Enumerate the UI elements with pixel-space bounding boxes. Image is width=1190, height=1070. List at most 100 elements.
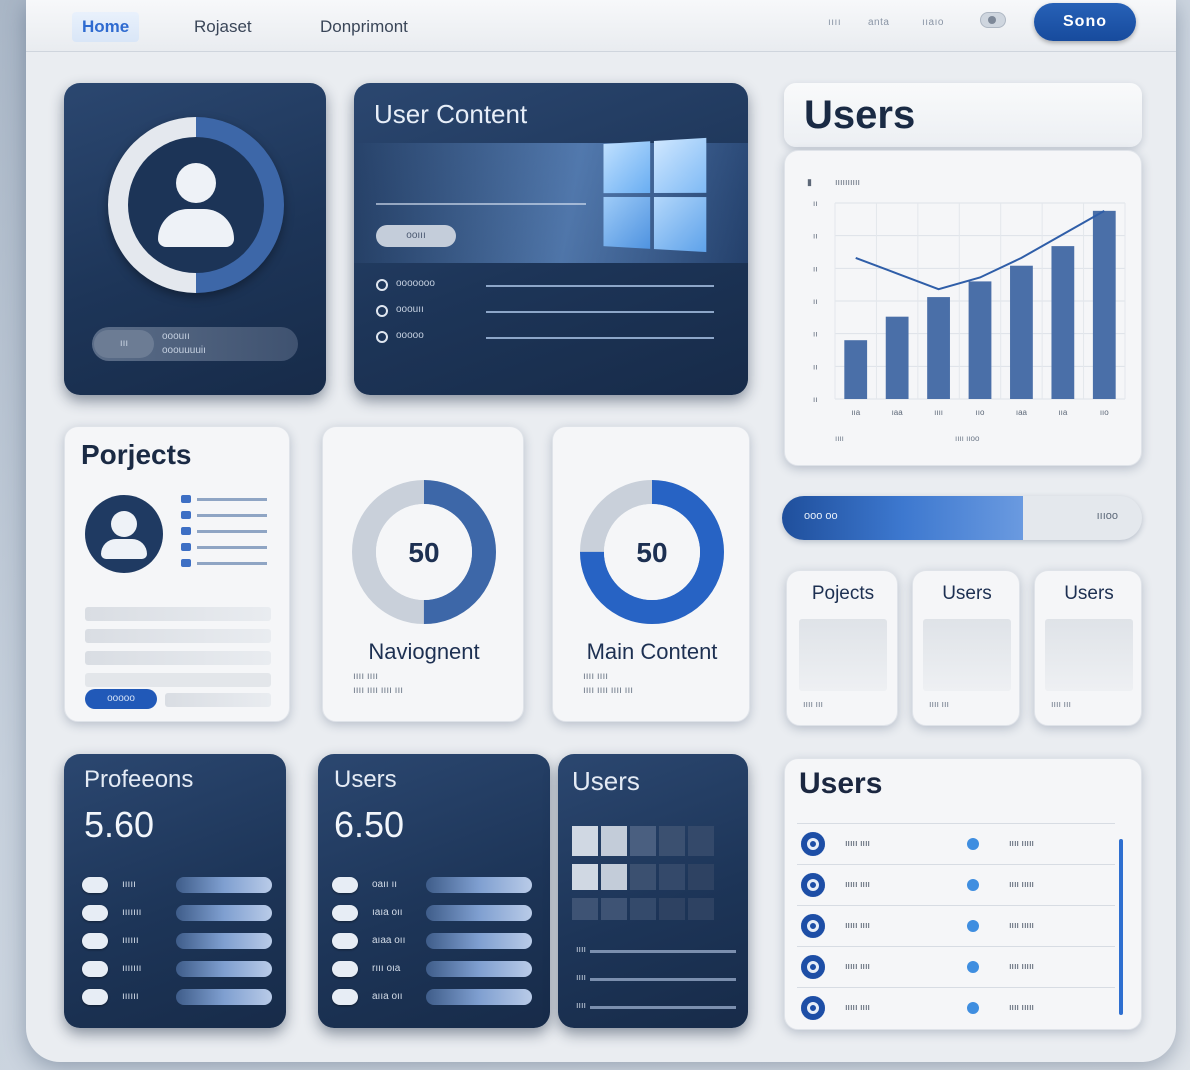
stat-row[interactable]: oaıı ıı — [332, 872, 532, 900]
users-list-row[interactable]: ııııı ıııı ıııı ııııı — [797, 987, 1115, 1028]
nav-home[interactable]: Home — [72, 12, 140, 42]
user-icon — [801, 873, 825, 897]
user-name: ııııı ıııı — [845, 961, 871, 971]
navigation-caption-2: ıııı ıııı ıııı ııı — [353, 685, 404, 696]
nav-documents[interactable]: Donprimont — [314, 12, 414, 42]
stat-row[interactable]: aııa oıı — [332, 984, 532, 1012]
projects-card: Porjects ooooo — [64, 426, 290, 722]
profile-ring — [108, 117, 284, 293]
progress-left-label: ooo oo — [804, 510, 838, 522]
y-tick-label: ıı — [813, 362, 817, 371]
stat-row-label: ıııı — [576, 972, 587, 982]
info-icon — [376, 331, 388, 343]
toggle-icon — [332, 905, 358, 921]
user-content-item-label: ooouıı — [396, 304, 424, 315]
status-dot-icon — [967, 1002, 979, 1014]
users-list-row[interactable]: ııııı ıııı ıııı ııııı — [797, 946, 1115, 987]
user-value: ıııı ııııı — [1009, 838, 1035, 848]
mini-card-users-2[interactable]: Users ıııı ııı — [1034, 570, 1142, 726]
mini-card-users[interactable]: Users ıııı ııı — [912, 570, 1020, 726]
stat-row-label: ıııı — [576, 944, 587, 954]
stat-row[interactable]: ıııı — [572, 966, 736, 994]
toggle-icon — [82, 905, 108, 921]
stat-row[interactable]: ıaıa oıı — [332, 900, 532, 928]
mini-card-title: Users — [942, 583, 992, 604]
mini-card-projects[interactable]: Pojects ıııı ııı — [786, 570, 898, 726]
bar — [844, 340, 868, 399]
stat-card-title: Profeeons — [84, 766, 194, 793]
user-content-item[interactable]: ooooo — [376, 327, 716, 353]
x-tick-label: ıaa — [1016, 408, 1028, 417]
stat-row[interactable]: ııııııı — [82, 900, 272, 928]
stat-card-users: Users 6.50 oaıı ıı ıaıa oıı aıaa oıı rııı o… — [318, 754, 550, 1028]
user-content-title: User Content — [374, 99, 528, 129]
x-axis-label: ıııı — [835, 434, 844, 443]
bar — [968, 281, 992, 399]
signin-button[interactable]: Sono — [1034, 3, 1136, 41]
mini-card-footer: ıııı ııı — [929, 699, 950, 709]
stat-row[interactable]: ıııııı — [82, 928, 272, 956]
user-value: ıııı ııııı — [1009, 1002, 1035, 1012]
avatar-icon — [128, 137, 264, 273]
user-content-list: ooooooo ooouıı ooooo — [376, 275, 716, 353]
nav-util-2[interactable]: anta — [868, 17, 889, 28]
navigation-donut-label: Naviognent — [368, 639, 480, 664]
stat-row[interactable]: aıaa oıı — [332, 928, 532, 956]
top-nav: Home Rojaset Donprimont ıııı anta ııaıo … — [26, 0, 1176, 52]
bar — [885, 316, 909, 399]
users-list-row[interactable]: ııııı ıııı ıııı ııııı — [797, 864, 1115, 905]
toggle-icon — [332, 877, 358, 893]
user-value: ıııı ııııı — [1009, 920, 1035, 930]
user-icon — [801, 955, 825, 979]
stat-row[interactable]: ıııııı — [82, 984, 272, 1012]
profile-card: ııı ooouıı ooouuuuiı — [64, 83, 326, 395]
nav-util-1[interactable]: ıııı — [828, 17, 841, 28]
info-icon — [376, 305, 388, 317]
stat-row-label: ııııııı — [122, 907, 142, 918]
users-list-row[interactable]: ııııı ıııı ıııı ııııı — [797, 823, 1115, 864]
user-content-pill[interactable]: ooııı — [376, 225, 456, 247]
info-icon — [376, 279, 388, 291]
progress-bar[interactable]: ooo oo ıııoo — [782, 496, 1142, 540]
stat-row[interactable]: ıııı — [572, 938, 736, 966]
stat-card-rows: ııııı ııııııı ıııııı ııııııı ıııııı — [82, 872, 272, 1012]
bar — [1010, 265, 1033, 399]
projects-action-button[interactable]: ooooo — [85, 689, 157, 709]
stat-row-label: ııııı — [122, 879, 136, 890]
profile-chip[interactable]: ııı — [94, 330, 154, 358]
users-list-row[interactable]: ııııı ıııı ıııı ııııı — [797, 905, 1115, 946]
theme-toggle[interactable] — [980, 12, 1006, 28]
navigation-donut-value: 50 — [408, 537, 440, 568]
status-dot-icon — [967, 920, 979, 932]
stat-row[interactable]: ııııııı — [82, 956, 272, 984]
bar — [1092, 210, 1116, 399]
nav-projects[interactable]: Rojaset — [188, 12, 258, 42]
x-tick-label: ııo — [976, 408, 985, 417]
users-list-scrollbar[interactable] — [1119, 839, 1123, 1015]
stat-row[interactable]: ıııı — [572, 994, 736, 1022]
nav-util-3[interactable]: ııaıo — [922, 17, 944, 28]
main-content-caption-1: ıııı ıııı — [583, 671, 609, 682]
user-name: ııııı ıııı — [845, 838, 871, 848]
user-content-item[interactable]: ooouıı — [376, 301, 716, 327]
users-chart-title: Users — [804, 93, 916, 137]
stat-row[interactable]: rııı oıa — [332, 956, 532, 984]
y-tick-label: ıı — [813, 297, 817, 306]
users-list-card: Users ııııı ıııı ıııı ııııı ııııı ıııı ıııı… — [784, 758, 1142, 1030]
navigation-donut-card: 50 Naviognent ıııı ıııı ıııı ıııı ıııı ı… — [322, 426, 524, 722]
stat-row[interactable]: ııııı — [82, 872, 272, 900]
bar — [927, 297, 950, 399]
stat-row-label: rııı oıa — [372, 963, 401, 974]
chart-footer-label: ıııı ııoo — [955, 434, 980, 443]
mini-card-title: Users — [1064, 583, 1114, 604]
toggle-icon — [82, 933, 108, 949]
main-content-donut-value: 50 — [636, 537, 668, 568]
stat-row-label: oaıı ıı — [372, 879, 398, 890]
users-chart-card: ▮ ıııııııııı ıı ıı ıı ıı ıı ıı ıı ııa ıaa ıııı ııo… — [784, 150, 1142, 466]
profile-field[interactable]: ııı ooouıı ooouuuuiı — [92, 327, 298, 361]
stat-row-label: ıııı — [576, 1000, 587, 1010]
user-content-item[interactable]: ooooooo — [376, 275, 716, 301]
user-content-item-label: ooooo — [396, 330, 424, 341]
profile-line-1: ooouıı — [162, 331, 190, 342]
stat-row-label: ıııııı — [122, 991, 139, 1002]
